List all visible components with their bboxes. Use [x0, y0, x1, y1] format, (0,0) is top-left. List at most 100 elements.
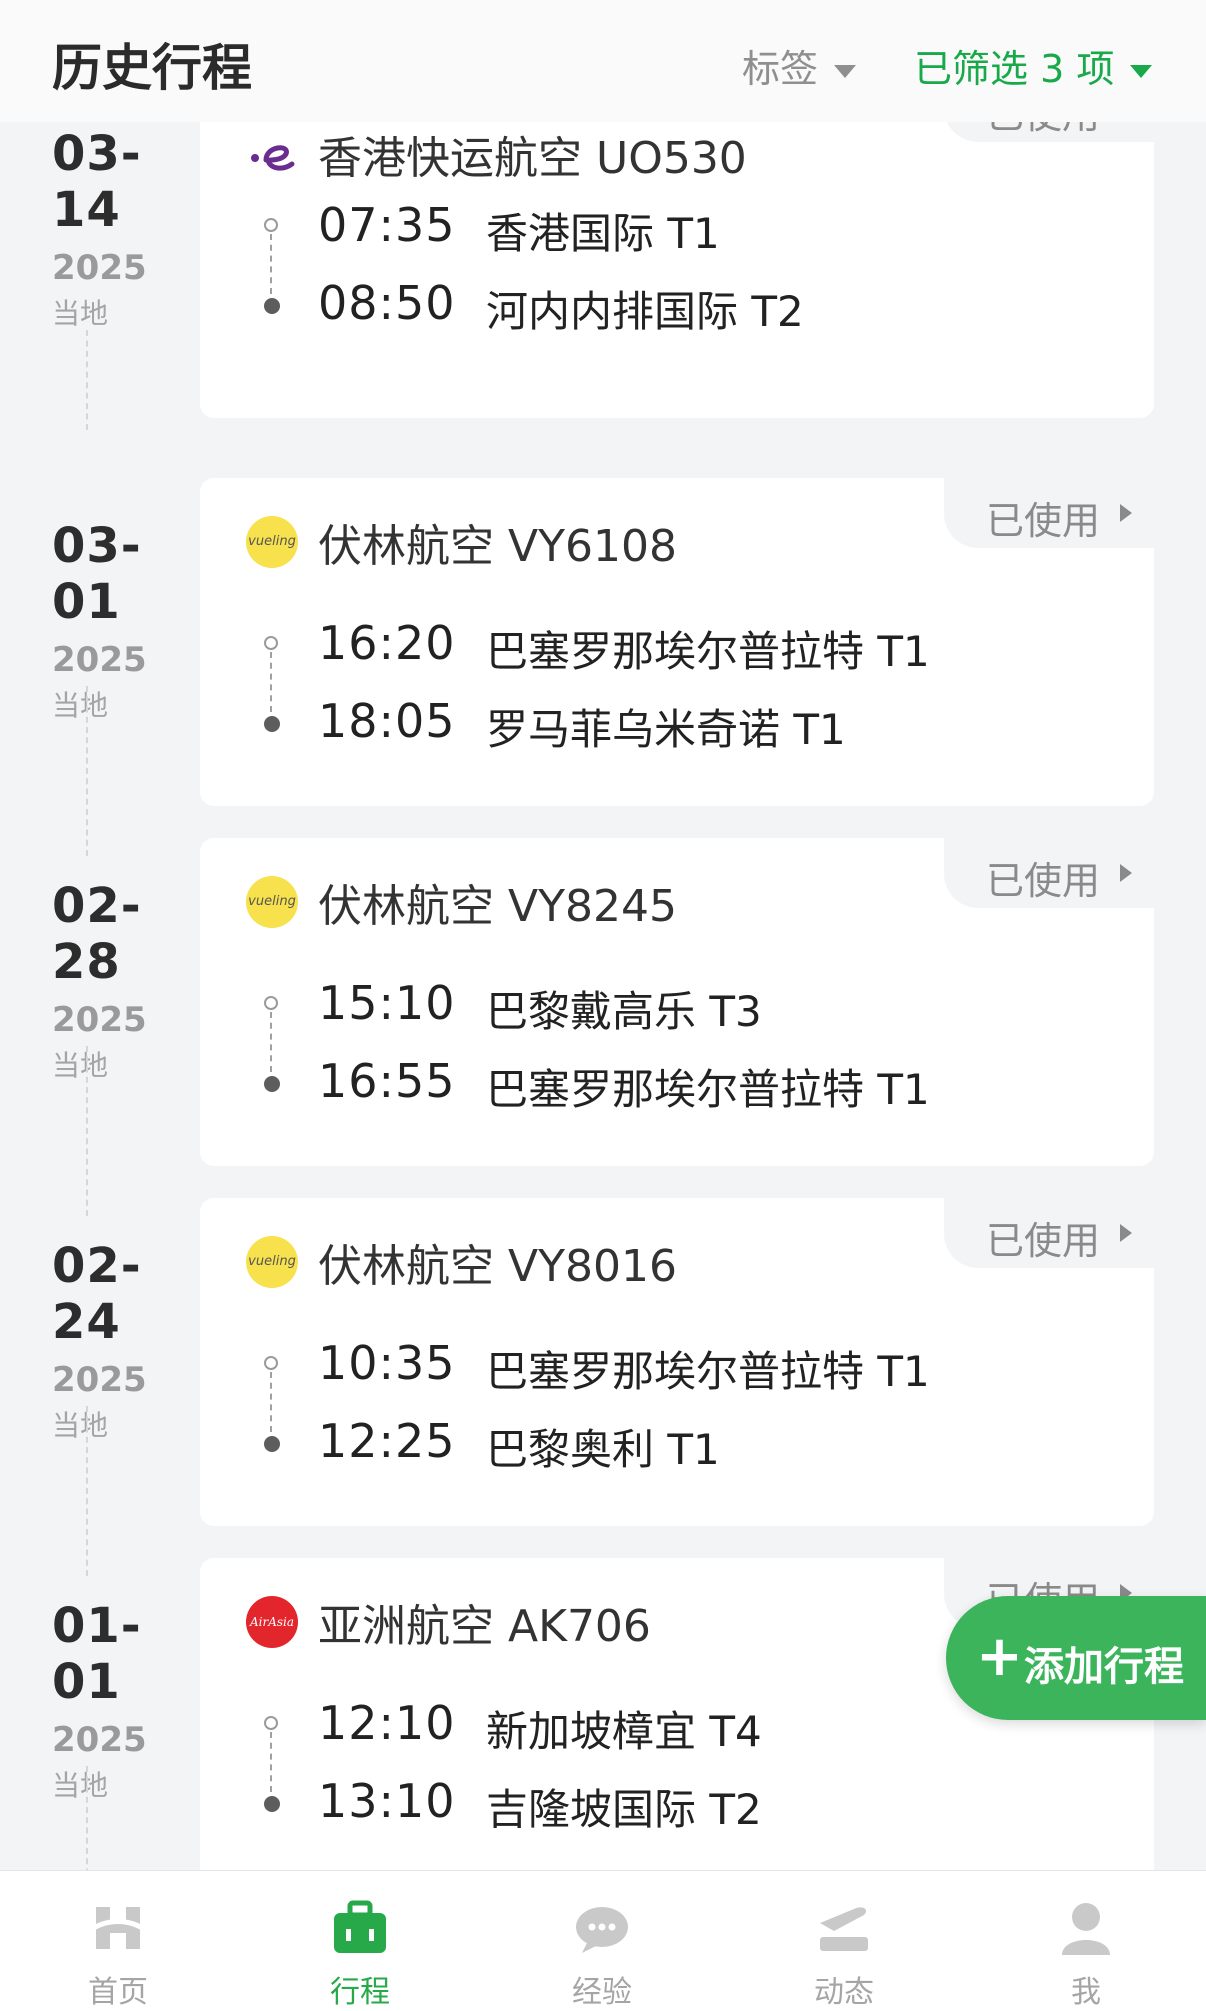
- trip-date: 02-28 2025 当地: [52, 878, 202, 1084]
- arrival-airport: 罗马菲乌米奇诺 T1: [486, 705, 846, 754]
- trip-date-md: 03-01: [52, 518, 142, 630]
- trip-date-year: 2025: [52, 1000, 147, 1040]
- timeline-line: [86, 686, 88, 856]
- trip-card[interactable]: 已使用 vueling 伏林航空 VY8245 15:10 巴黎戴高乐 T3 1…: [200, 838, 1154, 1166]
- timeline-line: [86, 1766, 88, 1870]
- hk-express-logo: [246, 128, 298, 180]
- tags-filter-dropdown[interactable]: 标签: [742, 38, 857, 93]
- flight-status-icon: [820, 1907, 868, 1951]
- arrival-segment: 16:55 巴塞罗那埃尔普拉特 T1: [246, 1054, 1126, 1118]
- arrival-segment: 08:50 河内内排国际 T2: [246, 276, 1126, 340]
- arrival-time: 18:05: [318, 694, 456, 748]
- nav-label: 我: [1071, 1975, 1101, 2010]
- departure-dot-icon: [264, 1716, 278, 1730]
- chevron-right-icon: [1120, 864, 1132, 882]
- airline-flight: 亚洲航空 AK706: [318, 1601, 651, 1652]
- arrival-time: 16:55: [318, 1054, 456, 1108]
- airline-flight: 伏林航空 VY8245: [318, 881, 677, 932]
- chevron-right-icon: [1120, 1224, 1132, 1242]
- trip-item[interactable]: 02-28 2025 当地 已使用 vueling 伏林航空 VY8245 15…: [0, 838, 1206, 1216]
- trip-date-local: 当地: [52, 689, 109, 722]
- used-status-tag[interactable]: 已使用: [944, 122, 1154, 142]
- timeline-line: [86, 1406, 88, 1576]
- nav-item-updates[interactable]: 动态: [754, 1871, 934, 2011]
- airasia-logo: AirAsia: [246, 1596, 298, 1648]
- bottom-nav: 首页 行程 经验 动态 我: [0, 1870, 1206, 2011]
- trip-date-local: 当地: [52, 1409, 109, 1442]
- status-label: 已使用: [986, 499, 1101, 543]
- departure-time: 07:35: [318, 198, 456, 252]
- departure-time: 10:35: [318, 1336, 456, 1390]
- arrival-airport: 巴塞罗那埃尔普拉特 T1: [486, 1065, 930, 1114]
- nav-label: 行程: [330, 1975, 390, 2010]
- trip-item[interactable]: 03-14 2025 当地 已使用 香港快运航空 UO530: [0, 122, 1206, 430]
- trip-date-local: 当地: [52, 1769, 109, 1802]
- trip-date: 03-01 2025 当地: [52, 518, 202, 724]
- status-label: 已使用: [986, 1219, 1101, 1263]
- trip-date-md: 01-01: [52, 1598, 142, 1710]
- nav-item-trips[interactable]: 行程: [270, 1871, 450, 2011]
- nav-item-home[interactable]: 首页: [28, 1871, 208, 2011]
- trip-date-md: 03-14: [52, 126, 142, 238]
- status-label: 已使用: [986, 122, 1100, 139]
- arrival-dot-icon: [264, 716, 280, 732]
- departure-airport: 巴黎戴高乐 T3: [486, 987, 762, 1036]
- departure-dot-icon: [264, 1356, 278, 1370]
- caret-down-icon: [834, 65, 857, 78]
- trip-date: 01-01 2025 当地: [52, 1598, 202, 1804]
- tags-filter-label: 标签: [742, 47, 819, 91]
- profile-icon: [1062, 1903, 1110, 1955]
- used-status-tag[interactable]: 已使用: [944, 1198, 1154, 1268]
- trip-item[interactable]: 02-24 2025 当地 已使用 vueling 伏林航空 VY8016 10…: [0, 1198, 1206, 1576]
- departure-time: 16:20: [318, 616, 456, 670]
- vueling-logo: vueling: [246, 876, 298, 928]
- trip-item[interactable]: 03-01 2025 当地 已使用 vueling 伏林航空 VY6108 16…: [0, 478, 1206, 856]
- nav-item-experience[interactable]: 经验: [512, 1871, 692, 2011]
- arrival-dot-icon: [264, 1076, 280, 1092]
- departure-segment: 16:20 巴塞罗那埃尔普拉特 T1: [246, 616, 1126, 680]
- timeline-line: [86, 1046, 88, 1216]
- luggage-icon: [334, 1900, 386, 1953]
- home-icon: [90, 1907, 146, 1949]
- trip-card[interactable]: 已使用 vueling 伏林航空 VY6108 16:20 巴塞罗那埃尔普拉特 …: [200, 478, 1154, 806]
- header: 历史行程 标签 已筛选 3 项: [0, 0, 1206, 122]
- trip-date-year: 2025: [52, 248, 147, 288]
- chevron-right-icon: [1120, 504, 1132, 522]
- vueling-logo: vueling: [246, 1236, 298, 1288]
- trip-date-local: 当地: [52, 297, 109, 330]
- add-trip-button[interactable]: + 添加行程: [946, 1596, 1206, 1720]
- caret-down-icon: [1130, 65, 1153, 78]
- arrival-segment: 18:05 罗马菲乌米奇诺 T1: [246, 694, 1126, 758]
- arrival-dot-icon: [264, 1436, 280, 1452]
- nav-item-me[interactable]: 我: [996, 1871, 1176, 2011]
- trip-date-md: 02-24: [52, 1238, 142, 1350]
- plus-icon: +: [976, 1624, 1023, 1689]
- arrival-airport: 吉隆坡国际 T2: [486, 1785, 762, 1834]
- nav-label: 首页: [88, 1975, 148, 2010]
- arrival-dot-icon: [264, 1796, 280, 1812]
- airline-flight: 伏林航空 VY8016: [318, 1241, 677, 1292]
- selected-filter-label: 已筛选 3 项: [914, 47, 1115, 91]
- arrival-time: 13:10: [318, 1774, 456, 1828]
- arrival-segment: 13:10 吉隆坡国际 T2: [246, 1774, 1126, 1838]
- trip-date-year: 2025: [52, 1720, 147, 1760]
- departure-airport: 新加坡樟宜 T4: [486, 1707, 762, 1756]
- departure-time: 15:10: [318, 976, 456, 1030]
- arrival-airport: 河内内排国际 T2: [486, 287, 804, 336]
- airline-flight: 香港快运航空 UO530: [318, 133, 747, 184]
- nav-label: 经验: [572, 1975, 632, 2010]
- arrival-time: 12:25: [318, 1414, 456, 1468]
- trip-card[interactable]: 已使用 香港快运航空 UO530 07:35 香港国际 T1: [200, 122, 1154, 418]
- used-status-tag[interactable]: 已使用: [944, 478, 1154, 548]
- chat-icon: [576, 1907, 628, 1953]
- add-trip-label: 添加行程: [1024, 1644, 1184, 1690]
- trip-date: 03-14 2025 当地: [52, 126, 202, 332]
- selected-filter-dropdown[interactable]: 已筛选 3 项: [914, 38, 1153, 93]
- arrival-airport: 巴黎奥利 T1: [486, 1425, 720, 1474]
- used-status-tag[interactable]: 已使用: [944, 838, 1154, 908]
- departure-airport: 巴塞罗那埃尔普拉特 T1: [486, 1347, 930, 1396]
- departure-segment: 10:35 巴塞罗那埃尔普拉特 T1: [246, 1336, 1126, 1400]
- departure-airport: 香港国际 T1: [486, 209, 720, 258]
- departure-segment: 15:10 巴黎戴高乐 T3: [246, 976, 1126, 1040]
- trip-card[interactable]: 已使用 vueling 伏林航空 VY8016 10:35 巴塞罗那埃尔普拉特 …: [200, 1198, 1154, 1526]
